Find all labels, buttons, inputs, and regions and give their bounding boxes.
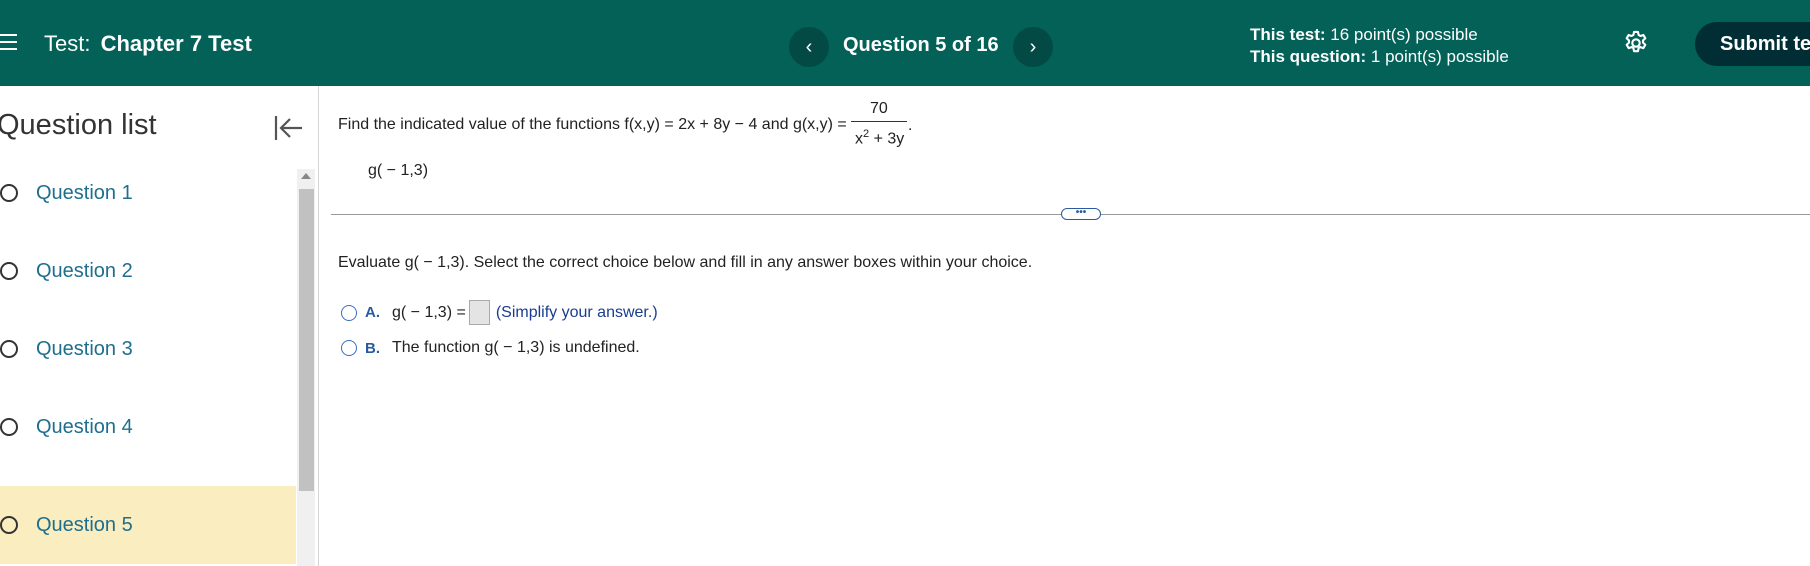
points-test-label: This test: <box>1250 25 1326 44</box>
choice-b[interactable]: B. The function g( − 1,3) is undefined. <box>341 339 640 357</box>
unanswered-circle-icon <box>0 516 18 534</box>
chevron-right-icon: › <box>1029 35 1037 58</box>
choice-a-text: g( − 1,3) = <box>392 303 466 321</box>
unanswered-circle-icon <box>0 418 18 436</box>
scroll-up-arrow-icon[interactable] <box>301 173 311 179</box>
scrollbar-thumb[interactable] <box>299 189 314 491</box>
next-question-button[interactable]: › <box>1013 27 1053 67</box>
menu-icon[interactable] <box>0 34 18 52</box>
question-list-item-4[interactable]: Question 4 <box>0 388 296 466</box>
settings-gear-icon[interactable] <box>1622 29 1650 57</box>
sidebar-scrollbar[interactable] <box>297 169 315 566</box>
choice-b-radio[interactable] <box>341 340 357 356</box>
question-list-title: Question list <box>0 109 157 141</box>
question-link-label[interactable]: Question 5 <box>36 514 133 537</box>
unanswered-circle-icon <box>0 262 18 280</box>
fraction-numerator: 70 <box>870 100 888 117</box>
choice-a-hint: (Simplify your answer.) <box>495 303 658 321</box>
choice-a[interactable]: A. g( − 1,3) = (Simplify your answer.) <box>341 300 658 325</box>
previous-question-button[interactable]: ‹ <box>789 27 829 67</box>
test-title-prefix: Test: <box>44 31 91 56</box>
question-link-label[interactable]: Question 4 <box>36 416 133 439</box>
submit-test-button[interactable]: Submit test <box>1695 22 1810 66</box>
points-question-label: This question: <box>1250 47 1367 66</box>
question-link-label[interactable]: Question 3 <box>36 338 133 361</box>
fraction-denominator: x2 + 3y <box>855 128 905 148</box>
question-list-item-3[interactable]: Question 3 <box>0 310 296 388</box>
points-info: This test: 16 point(s) possible This que… <box>1250 24 1509 68</box>
test-title-name: Chapter 7 Test <box>100 31 252 56</box>
question-content: Find the indicated value of the function… <box>319 86 1810 566</box>
fraction-bar <box>851 121 907 122</box>
choice-a-letter: A. <box>365 304 380 321</box>
collapse-sidebar-icon[interactable] <box>272 112 304 144</box>
top-header: Test: Chapter 7 Test ‹ Question 5 of 16 … <box>0 0 1810 86</box>
answer-input-box[interactable] <box>468 300 490 325</box>
question-link-label[interactable]: Question 2 <box>36 260 133 283</box>
question-prompt: Find the indicated value of the function… <box>338 116 847 133</box>
question-link-label[interactable]: Question 1 <box>36 182 133 205</box>
chevron-left-icon: ‹ <box>805 35 813 58</box>
unanswered-circle-icon <box>0 184 18 202</box>
question-list-sidebar: Question list Question 1 Question 2 Ques… <box>0 86 319 566</box>
answer-instruction: Evaluate g( − 1,3). Select the correct c… <box>338 254 1033 271</box>
choice-b-text: The function g( − 1,3) is undefined. <box>392 339 640 356</box>
evaluated-expression: g( − 1,3) <box>368 162 429 179</box>
test-title: Test: Chapter 7 Test <box>44 31 252 57</box>
question-list-item-2[interactable]: Question 2 <box>0 232 296 310</box>
points-test-value: 16 point(s) possible <box>1330 25 1478 44</box>
question-list-item-5[interactable]: Question 5 <box>0 486 296 564</box>
unanswered-circle-icon <box>0 340 18 358</box>
prompt-period: . <box>908 117 913 134</box>
divider-drag-handle[interactable]: ••• <box>1061 208 1101 220</box>
choice-a-radio[interactable] <box>341 304 357 321</box>
question-counter: Question 5 of 16 <box>843 34 999 56</box>
points-question-value: 1 point(s) possible <box>1370 47 1509 66</box>
choice-b-letter: B. <box>365 339 380 357</box>
question-list-item-1[interactable]: Question 1 <box>0 154 296 232</box>
